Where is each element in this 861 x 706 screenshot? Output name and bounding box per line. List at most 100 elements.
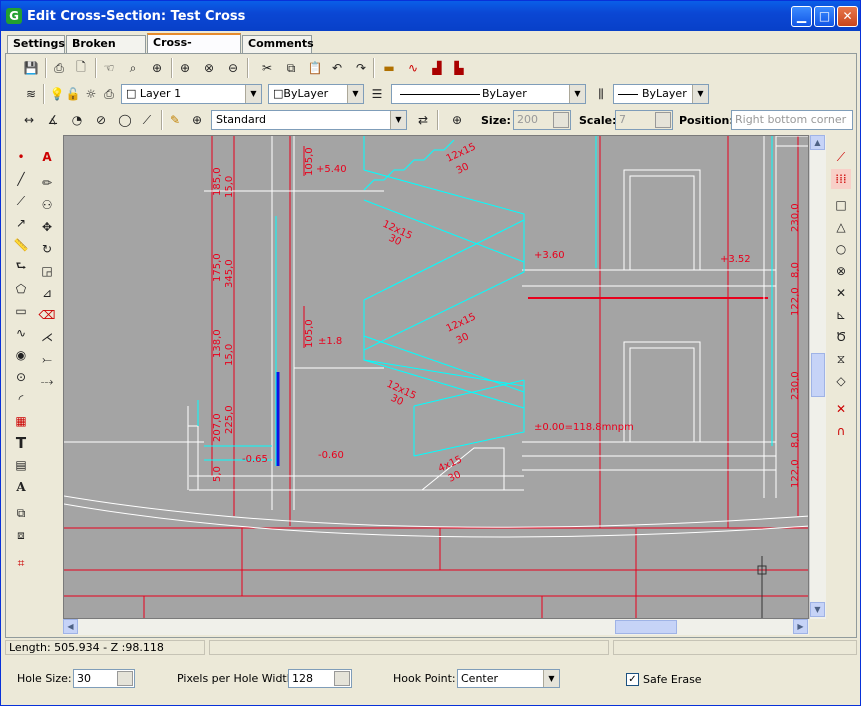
snap-clear[interactable]: ✕	[831, 399, 851, 419]
redo-button[interactable]: ↷	[351, 58, 371, 78]
vertical-scrollbar[interactable]: ▲ ▼	[809, 135, 826, 619]
polygon-tool[interactable]: ⬠	[11, 279, 31, 299]
snap-square[interactable]: □	[831, 195, 851, 215]
line-tool[interactable]: ╱	[11, 169, 31, 189]
spin-icon[interactable]	[334, 671, 350, 686]
circle-button[interactable]: ◯	[115, 110, 135, 130]
erase-tool[interactable]: ⌫	[37, 305, 57, 325]
attribute-tool[interactable]: A	[11, 477, 31, 497]
lineweight-select[interactable]: ByLayer ▼	[613, 84, 709, 104]
pencil-tool[interactable]: ✏	[37, 173, 57, 193]
copy-button[interactable]: ⧉	[281, 58, 301, 78]
layer-print-toggle[interactable]: ⎙	[99, 84, 119, 104]
slab-tool-button[interactable]: ▟	[427, 58, 447, 78]
trim-tool[interactable]: ⤚	[37, 349, 57, 369]
zoom-window-button[interactable]: ⌕	[123, 58, 143, 78]
spline-tool[interactable]: ∿	[11, 323, 31, 343]
label-button[interactable]: ✎	[165, 110, 185, 130]
point-tool[interactable]: •	[11, 147, 31, 167]
rectangle-tool[interactable]: ▭	[11, 301, 31, 321]
hook-point-select[interactable]: Center ▼	[457, 669, 560, 688]
rotate-tool[interactable]: ↻	[37, 239, 57, 259]
move-tool[interactable]: ✥	[37, 217, 57, 237]
mirror-tool[interactable]: ⊿	[37, 283, 57, 303]
text-zoom-button[interactable]: ⊕	[447, 110, 467, 130]
snap-circle[interactable]: ○	[831, 239, 851, 259]
paste-button[interactable]: 📋	[305, 58, 325, 78]
vertical-scroll-thumb[interactable]	[811, 353, 825, 397]
linetype-select[interactable]: ByLayer ▼	[391, 84, 586, 104]
snap-quadrant[interactable]: ◇	[831, 371, 851, 391]
snap-intersection[interactable]: ✕	[831, 283, 851, 303]
cut-button[interactable]: ✂	[257, 58, 277, 78]
hatch-tool[interactable]: ▦	[11, 411, 31, 431]
text-style-select[interactable]: Standard ▼	[211, 110, 407, 130]
tab-comments[interactable]: Comments	[242, 35, 314, 53]
tab-cross-section[interactable]: Cross-Section	[147, 33, 241, 65]
diameter-button[interactable]: ⊘	[91, 110, 111, 130]
snap-nearest[interactable]: ⧖	[831, 349, 851, 369]
scroll-down-icon[interactable]: ▼	[810, 602, 825, 617]
table-tool[interactable]: ▤	[11, 455, 31, 475]
radius-button[interactable]: ◔	[67, 110, 87, 130]
horizontal-scroll-thumb[interactable]	[615, 620, 677, 634]
angle-dimension-button[interactable]: ∡	[43, 110, 63, 130]
polyline-tool[interactable]: ⟋	[11, 191, 31, 211]
block-insert-tool[interactable]: ⧉	[11, 503, 31, 523]
crop-tool[interactable]: ⌗	[11, 553, 31, 573]
extend-tool[interactable]: ⋌	[37, 327, 57, 347]
print-button[interactable]: ⎙	[49, 58, 69, 78]
zoom-extents-button[interactable]: ⊕	[147, 58, 167, 78]
arc-tool[interactable]: ◜	[11, 389, 31, 409]
stair-tool-button[interactable]: ▙	[449, 58, 469, 78]
close-button[interactable]: ✕	[837, 6, 858, 27]
color-select[interactable]: □ByLayer ▼	[268, 84, 364, 104]
text-style-edit-button[interactable]: ⇄	[413, 110, 433, 130]
scroll-right-icon[interactable]: ▶	[793, 619, 808, 634]
layer-select[interactable]: □ Layer 1 ▼	[121, 84, 262, 104]
scale-spinner[interactable]: 7	[615, 110, 673, 130]
drawing-canvas[interactable]: +5.40 12x15 30 12x15 30 +3.60 +3.52 ±1.8…	[63, 135, 809, 619]
horizontal-scrollbar[interactable]: ◀ ▶	[63, 619, 809, 635]
zoom-in-button[interactable]: ⊕	[175, 58, 195, 78]
tab-settings[interactable]: Settings	[7, 35, 65, 53]
snap-node[interactable]: ⊗	[831, 261, 851, 281]
scale-tool[interactable]: ◲	[37, 261, 57, 281]
minimize-button[interactable]: ▁	[791, 6, 812, 27]
lineweight-button[interactable]: ⫼	[591, 84, 611, 104]
layer-freeze-toggle[interactable]: ☼	[81, 84, 101, 104]
pan-button[interactable]: ☜	[99, 58, 119, 78]
undo-button[interactable]: ↶	[327, 58, 347, 78]
circle-tool[interactable]: ◉	[11, 345, 31, 365]
snap-perpendicular[interactable]: ⊾	[831, 305, 851, 325]
maximize-button[interactable]: □	[814, 6, 835, 27]
layer-lock-toggle[interactable]: 🔓	[63, 84, 83, 104]
linetype-button[interactable]: ☰	[367, 84, 387, 104]
scroll-up-icon[interactable]: ▲	[810, 135, 825, 150]
hole-size-spinner[interactable]: 30	[73, 669, 135, 688]
ruler-tool[interactable]: 📏	[11, 235, 31, 255]
group-tool[interactable]: ⚇	[37, 195, 57, 215]
offset-tool[interactable]: ⮑	[11, 257, 31, 277]
tab-broken-line[interactable]: Broken Line	[66, 35, 146, 66]
snap-magnet[interactable]: ∩	[831, 421, 851, 441]
snap-endpoint[interactable]: ⟋	[831, 147, 851, 167]
leader-button[interactable]: ⟋	[137, 110, 157, 130]
break-tool[interactable]: ⤏	[37, 371, 57, 391]
zoom-all-button[interactable]: ⊗	[199, 58, 219, 78]
curve-tool-button[interactable]: ∿	[403, 58, 423, 78]
title-bar[interactable]: G Edit Cross-Section: Test Cross ▁ □ ✕	[1, 1, 860, 31]
pixels-per-hole-spinner[interactable]: 128	[288, 669, 352, 688]
spin-icon[interactable]	[117, 671, 133, 686]
text-color-tool[interactable]: A	[37, 147, 57, 167]
spin-icon[interactable]	[553, 112, 569, 128]
block-edit-tool[interactable]: ⧈	[11, 525, 31, 545]
print-preview-button[interactable]: 🗋	[71, 58, 91, 78]
snap-grid[interactable]: ⁞⁞⁞	[831, 169, 851, 189]
size-spinner[interactable]: 200	[513, 110, 571, 130]
dimension-button[interactable]: ↔	[19, 110, 39, 130]
spin-icon[interactable]	[655, 112, 671, 128]
wall-tool-button[interactable]: ▬	[379, 58, 399, 78]
snap-triangle[interactable]: △	[831, 217, 851, 237]
text-tool[interactable]: T	[11, 433, 31, 453]
